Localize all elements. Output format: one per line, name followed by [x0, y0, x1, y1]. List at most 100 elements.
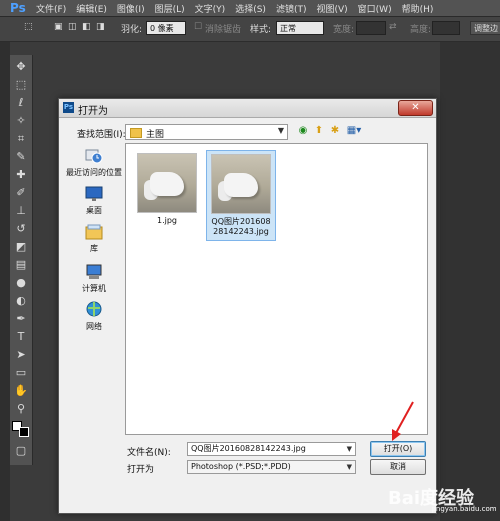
chevron-down-icon: ▼ — [346, 445, 352, 453]
desktop-icon — [85, 186, 103, 201]
dialog-title: 打开为 — [78, 106, 108, 117]
menu-file[interactable]: 文件(F) — [36, 2, 66, 15]
dialog-titlebar[interactable]: Ps 打开为 ✕ — [59, 99, 436, 118]
path-selection-icon[interactable]: ➤ — [13, 347, 29, 363]
open-as-select[interactable]: Photoshop (*.PSD;*.PDD) ▼ — [187, 460, 356, 474]
feather-label: 羽化: — [121, 25, 143, 35]
width-input[interactable] — [356, 21, 386, 35]
crop-tool-icon[interactable]: ⌗ — [13, 131, 29, 147]
computer-icon — [86, 264, 102, 279]
file-item-frame: 1.jpg — [132, 150, 202, 229]
lasso-tool-icon[interactable]: ℓ — [13, 95, 29, 111]
height-label: 高度: — [410, 25, 432, 35]
chevron-down-icon: ▼ — [277, 126, 284, 135]
back-icon[interactable]: ◉ — [297, 125, 309, 137]
file-thumbnail — [137, 153, 197, 213]
quick-mask-icon[interactable]: ▢ — [13, 443, 29, 459]
file-item-frame: QQ图片20160828142243.jpg — [206, 150, 276, 241]
menu-image[interactable]: 图像(I) — [117, 2, 145, 15]
open-as-dialog: Ps 打开为 ✕ 查找范围(I): 主图 ▼ ◉ ⬆ ✱ ▦▾ 最近访问的位置 … — [58, 98, 437, 514]
dodge-tool-icon[interactable]: ◐ — [13, 293, 29, 309]
look-in-label: 查找范围(I): — [77, 130, 126, 140]
add-selection-icon[interactable]: ◫ — [68, 22, 77, 32]
hand-tool-icon[interactable]: ✋ — [13, 383, 29, 399]
look-in-select[interactable]: 主图 ▼ — [125, 124, 288, 140]
watermark-url: jingyan.baidu.com — [432, 505, 497, 513]
healing-brush-icon[interactable]: ✚ — [13, 167, 29, 183]
place-library[interactable]: 库 — [65, 223, 123, 254]
height-input[interactable] — [432, 21, 460, 35]
shape-tool-icon[interactable]: ▭ — [13, 365, 29, 381]
style-select[interactable]: 正常 — [276, 21, 324, 35]
new-folder-icon[interactable]: ✱ — [329, 125, 341, 137]
clone-stamp-icon[interactable]: ⊥ — [13, 203, 29, 219]
menu-filter[interactable]: 滤镜(T) — [276, 2, 307, 15]
up-folder-icon[interactable]: ⬆ — [313, 125, 325, 137]
menu-items: 文件(F) 编辑(E) 图像(I) 图层(L) 文字(Y) 选择(S) 滤镜(T… — [36, 2, 433, 15]
refine-edge-button[interactable]: 调整边 — [470, 21, 500, 35]
menu-view[interactable]: 视图(V) — [316, 2, 347, 15]
gradient-tool-icon[interactable]: ▤ — [13, 257, 29, 273]
open-as-label: 打开为 — [127, 465, 155, 475]
file-list: 1.jpg QQ图片20160828142243.jpg — [125, 143, 428, 435]
new-selection-icon[interactable]: ▣ — [54, 22, 63, 32]
blur-tool-icon[interactable]: ● — [13, 275, 29, 291]
marquee-tool-icon[interactable]: ⬚ — [24, 22, 33, 32]
background-color-swatch[interactable] — [19, 427, 29, 437]
places-bar: 最近访问的位置 桌面 库 计算机 网络 — [65, 143, 123, 435]
file-item[interactable]: 1.jpg — [132, 150, 202, 229]
menu-window[interactable]: 窗口(W) — [358, 2, 392, 15]
file-name: 1.jpg — [156, 216, 177, 225]
zoom-tool-icon[interactable]: ⚲ — [13, 401, 29, 417]
magic-wand-icon[interactable]: ✧ — [13, 113, 29, 129]
place-computer[interactable]: 计算机 — [65, 263, 123, 294]
photoshop-icon: Ps — [63, 102, 74, 113]
brush-tool-icon[interactable]: ✐ — [13, 185, 29, 201]
options-bar: ⬚ ▣ ◫ ◧ ◨ 羽化: 0 像素 ☐ 消除锯齿 样式: 正常 宽度: ⇄ 高… — [0, 17, 500, 42]
open-as-value: Photoshop (*.PSD;*.PDD) — [191, 462, 291, 471]
network-icon — [86, 301, 102, 317]
move-tool-icon[interactable]: ✥ — [13, 59, 29, 75]
right-dock — [440, 42, 500, 521]
pen-tool-icon[interactable]: ✒ — [13, 311, 29, 327]
file-item-selected[interactable]: QQ图片20160828142243.jpg — [206, 150, 276, 241]
filename-input[interactable]: QQ图片20160828142243.jpg ▼ — [187, 442, 356, 456]
open-button[interactable]: 打开(O) — [370, 441, 426, 457]
eraser-tool-icon[interactable]: ◩ — [13, 239, 29, 255]
photoshop-logo: Ps — [10, 1, 26, 15]
place-computer-label: 计算机 — [82, 284, 106, 293]
library-icon — [85, 224, 103, 240]
look-in-value: 主图 — [146, 130, 165, 140]
antialias-checkbox[interactable]: ☐ — [194, 22, 202, 32]
view-menu-icon[interactable]: ▦▾ — [345, 125, 363, 137]
menu-layer[interactable]: 图层(L) — [155, 2, 185, 15]
eyedropper-icon[interactable]: ✎ — [13, 149, 29, 165]
menu-bar: Ps 文件(F) 编辑(E) 图像(I) 图层(L) 文字(Y) 选择(S) 滤… — [0, 0, 500, 17]
marquee-tool-icon[interactable]: ⬚ — [13, 77, 29, 93]
menu-help[interactable]: 帮助(H) — [402, 2, 434, 15]
place-recent[interactable]: 最近访问的位置 — [65, 147, 123, 178]
menu-type[interactable]: 文字(Y) — [195, 2, 226, 15]
filename-label: 文件名(N): — [127, 448, 171, 458]
place-desktop[interactable]: 桌面 — [65, 185, 123, 216]
style-value: 正常 — [280, 24, 296, 33]
place-library-label: 库 — [90, 244, 98, 253]
width-label: 宽度: — [333, 25, 355, 35]
feather-input[interactable]: 0 像素 — [146, 21, 186, 35]
cancel-button[interactable]: 取消 — [370, 459, 426, 475]
antialias-label: 消除锯齿 — [205, 25, 242, 35]
intersect-selection-icon[interactable]: ◨ — [96, 22, 105, 32]
type-tool-icon[interactable]: T — [13, 329, 29, 345]
menu-select[interactable]: 选择(S) — [235, 2, 266, 15]
history-brush-icon[interactable]: ↺ — [13, 221, 29, 237]
subtract-selection-icon[interactable]: ◧ — [82, 22, 91, 32]
filename-value: QQ图片20160828142243.jpg — [191, 444, 306, 453]
close-button[interactable]: ✕ — [398, 100, 433, 116]
chevron-down-icon: ▼ — [346, 463, 352, 471]
swap-icon[interactable]: ⇄ — [389, 22, 397, 32]
menu-edit[interactable]: 编辑(E) — [76, 2, 107, 15]
place-network-label: 网络 — [86, 322, 102, 331]
place-recent-label: 最近访问的位置 — [66, 168, 122, 177]
place-network[interactable]: 网络 — [65, 301, 123, 332]
recent-places-icon — [85, 149, 103, 164]
